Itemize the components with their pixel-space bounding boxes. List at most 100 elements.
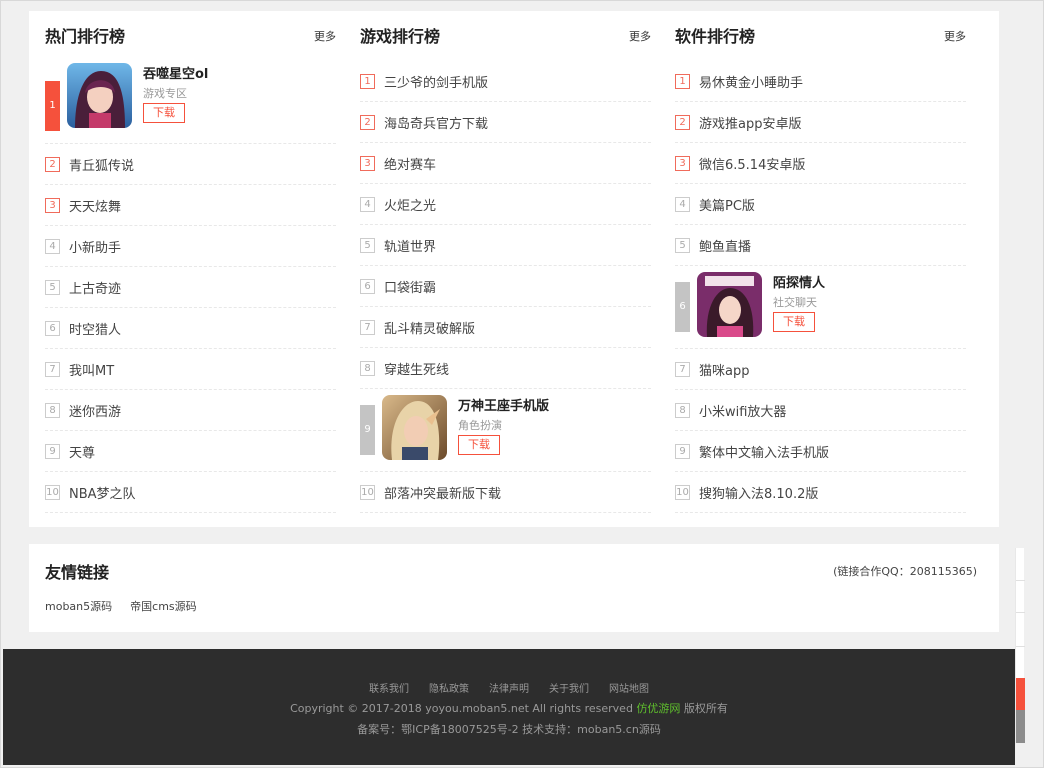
list-item[interactable]: 7 我叫MT	[45, 349, 336, 390]
item-name[interactable]: 青丘狐传说	[69, 155, 134, 174]
item-name[interactable]: 小米wifi放大器	[699, 401, 786, 420]
download-button[interactable]: 下载	[458, 435, 500, 455]
list-item[interactable]: 1 三少爷的剑手机版	[360, 61, 651, 102]
rank-number: 1	[45, 81, 60, 131]
item-name[interactable]: 繁体中文输入法手机版	[699, 442, 829, 461]
item-name[interactable]: 搜狗输入法8.10.2版	[699, 483, 818, 502]
item-name[interactable]: 口袋街霸	[384, 277, 436, 296]
list-item[interactable]: 2 游戏推app安卓版	[675, 102, 966, 143]
list-item[interactable]: 5 上古奇迹	[45, 267, 336, 308]
download-button[interactable]: 下载	[773, 312, 815, 332]
friend-link[interactable]: moban5源码	[45, 598, 112, 614]
list-item[interactable]: 3 绝对赛车	[360, 143, 651, 184]
app-avatar-icon[interactable]	[697, 272, 762, 337]
item-name[interactable]: NBA梦之队	[69, 483, 136, 502]
item-name[interactable]: 小新助手	[69, 237, 121, 256]
rank-number: 1	[360, 73, 375, 89]
list-item[interactable]: 1 易休黄金小睡助手	[675, 61, 966, 102]
friend-link[interactable]: 帝国cms源码	[130, 598, 197, 614]
list-item[interactable]: 8 穿越生死线	[360, 348, 651, 389]
game-avatar-icon[interactable]	[382, 395, 447, 460]
list-item[interactable]: 3 天天炫舞	[45, 185, 336, 226]
featured-name[interactable]: 吞噬星空ol	[143, 63, 208, 82]
footer-link-privacy[interactable]: 隐私政策	[429, 680, 469, 695]
list-item[interactable]: 10 部落冲突最新版下载	[360, 472, 651, 513]
item-name[interactable]: 美篇PC版	[699, 195, 755, 214]
item-name[interactable]: 火炬之光	[384, 195, 436, 214]
rank-number: 2	[675, 114, 690, 130]
list-item[interactable]: 10 NBA梦之队	[45, 472, 336, 513]
footer-link-legal[interactable]: 法律声明	[489, 680, 529, 695]
item-name[interactable]: 上古奇迹	[69, 278, 121, 297]
item-name[interactable]: 天天炫舞	[69, 196, 121, 215]
download-button[interactable]: 下载	[143, 103, 185, 123]
featured-name[interactable]: 陌探情人	[773, 272, 825, 291]
featured-item[interactable]: 9 万神王座手机版 角色扮演 下载	[360, 389, 651, 472]
item-name[interactable]: 我叫MT	[69, 360, 114, 379]
list-item[interactable]: 6 口袋街霸	[360, 266, 651, 307]
item-name[interactable]: 鲍鱼直播	[699, 236, 751, 255]
list-item[interactable]: 5 鲍鱼直播	[675, 225, 966, 266]
item-name[interactable]: 三少爷的剑手机版	[384, 72, 488, 91]
item-name[interactable]: 微信6.5.14安卓版	[699, 154, 805, 173]
game-avatar-icon[interactable]	[67, 63, 132, 128]
rank-number: 5	[45, 279, 60, 295]
item-name[interactable]: 部落冲突最新版下载	[384, 483, 501, 502]
more-link[interactable]: 更多	[314, 28, 336, 44]
list-item[interactable]: 10 搜狗输入法8.10.2版	[675, 472, 966, 513]
list-item[interactable]: 4 美篇PC版	[675, 184, 966, 225]
item-name[interactable]: 海岛奇兵官方下载	[384, 113, 488, 132]
cooperation-qq: (链接合作QQ：208115365)	[833, 565, 977, 578]
column-header: 热门排行榜 更多	[45, 11, 336, 61]
rank-number: 2	[45, 156, 60, 172]
featured-name[interactable]: 万神王座手机版	[458, 395, 549, 414]
more-link[interactable]: 更多	[944, 28, 966, 44]
scroll-thumb[interactable]	[1016, 710, 1025, 743]
item-name[interactable]: 时空猎人	[69, 319, 121, 338]
featured-item[interactable]: 1 吞噬星空ol 游戏专区 下载	[45, 61, 336, 144]
footer-link-about[interactable]: 关于我们	[549, 680, 589, 695]
friend-links-panel: 友情链接 (链接合作QQ：208115365) moban5源码 帝国cms源码	[29, 544, 999, 632]
featured-item[interactable]: 6 陌探情人 社交聊天 下载	[675, 266, 966, 349]
scroll-accent-segment[interactable]	[1016, 678, 1025, 710]
list-item[interactable]: 8 迷你西游	[45, 390, 336, 431]
friend-links-list: moban5源码 帝国cms源码	[45, 598, 197, 614]
item-name[interactable]: 天尊	[69, 442, 95, 461]
brand-link[interactable]: 仿优游网	[636, 702, 680, 715]
column-title: 软件排行榜	[675, 27, 756, 46]
item-name[interactable]: 迷你西游	[69, 401, 121, 420]
list-item[interactable]: 8 小米wifi放大器	[675, 390, 966, 431]
item-name[interactable]: 易休黄金小睡助手	[699, 72, 803, 91]
item-name[interactable]: 游戏推app安卓版	[699, 113, 801, 132]
rank-number: 9	[45, 443, 60, 459]
list-item[interactable]: 4 火炬之光	[360, 184, 651, 225]
list-item[interactable]: 7 乱斗精灵破解版	[360, 307, 651, 348]
rank-number: 8	[360, 360, 375, 376]
list-item[interactable]: 4 小新助手	[45, 226, 336, 267]
list-item[interactable]: 2 青丘狐传说	[45, 144, 336, 185]
footer-link-sitemap[interactable]: 网站地图	[609, 680, 649, 695]
rank-number: 3	[675, 155, 690, 171]
item-name[interactable]: 绝对赛车	[384, 154, 436, 173]
item-name[interactable]: 乱斗精灵破解版	[384, 318, 475, 337]
list-item[interactable]: 9 繁体中文输入法手机版	[675, 431, 966, 472]
item-name[interactable]: 猫咪app	[699, 360, 749, 379]
list-item[interactable]: 5 轨道世界	[360, 225, 651, 266]
featured-category: 角色扮演	[458, 419, 502, 432]
item-name[interactable]: 穿越生死线	[384, 359, 449, 378]
more-link[interactable]: 更多	[629, 28, 651, 44]
list-item[interactable]: 3 微信6.5.14安卓版	[675, 143, 966, 184]
column-header: 游戏排行榜 更多	[360, 11, 651, 61]
list-item[interactable]: 7 猫咪app	[675, 349, 966, 390]
list-item[interactable]: 2 海岛奇兵官方下载	[360, 102, 651, 143]
list-item[interactable]: 9 天尊	[45, 431, 336, 472]
rank-number: 7	[675, 361, 690, 377]
side-scrollbar[interactable]	[1015, 548, 1025, 743]
rank-number: 7	[360, 319, 375, 335]
footer-link-contact[interactable]: 联系我们	[369, 680, 409, 695]
rank-number: 10	[360, 484, 375, 500]
ranking-panel: 热门排行榜 更多 1 吞噬星空ol 游戏专区 下载 2 青丘狐传说 3 天天炫舞…	[29, 11, 999, 527]
list-item[interactable]: 6 时空猎人	[45, 308, 336, 349]
item-name[interactable]: 轨道世界	[384, 236, 436, 255]
rank-number: 4	[360, 196, 375, 212]
